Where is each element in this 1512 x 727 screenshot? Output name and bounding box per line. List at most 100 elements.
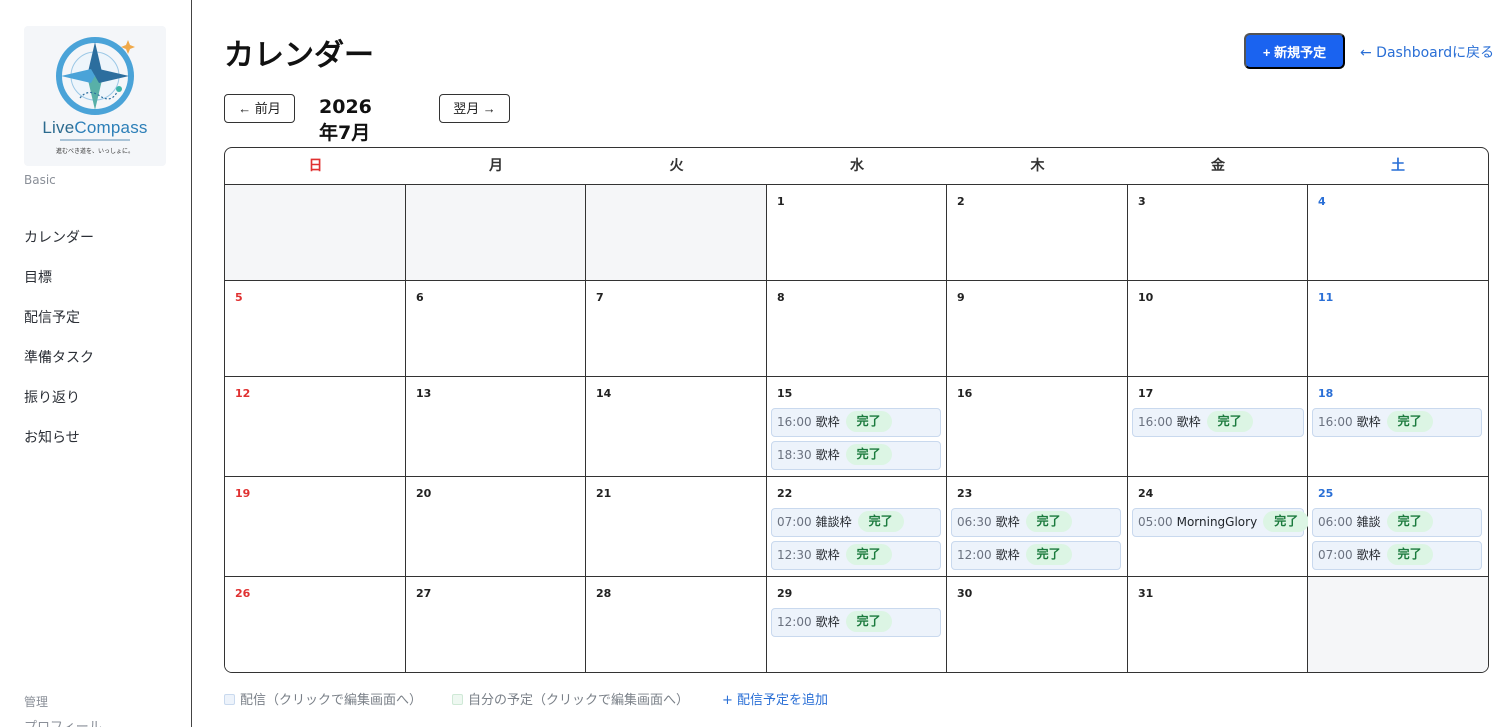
calendar-day-cell[interactable]: 25 06:00 雑談 完了 07:00 歌枠 完了 xyxy=(1308,477,1488,577)
event-title: 歌枠 xyxy=(995,515,1020,529)
calendar-day-cell[interactable]: 11 xyxy=(1308,281,1488,377)
day-number: 24 xyxy=(1138,487,1154,500)
next-month-button[interactable]: 翌月 → xyxy=(439,94,510,123)
event-chip[interactable]: 06:00 雑談 完了 xyxy=(1312,508,1482,537)
calendar-day-cell[interactable]: 27 xyxy=(406,577,586,672)
event-chip[interactable]: 16:00 歌枠 完了 xyxy=(1132,408,1304,437)
calendar-day-cell[interactable]: 9 xyxy=(947,281,1128,377)
sidebar-nav: カレンダー 目標 配信予定 準備タスク 振り返り お知らせ xyxy=(24,227,94,467)
day-number: 17 xyxy=(1138,387,1154,400)
status-badge: 完了 xyxy=(1025,544,1072,565)
calendar-day-cell[interactable]: 23 06:30 歌枠 完了 12:00 歌枠 完了 xyxy=(947,477,1128,577)
event-title: 雑談枠 xyxy=(815,515,852,529)
calendar-day-cell[interactable]: 13 xyxy=(406,377,586,477)
day-number: 12 xyxy=(235,387,251,400)
calendar-day-cell[interactable]: 12 xyxy=(225,377,406,477)
sidebar: LiveCompass 進むべき道を、いっしょに。 Basic カレンダー 目標… xyxy=(0,0,192,727)
calendar-empty-cell xyxy=(225,185,406,281)
back-to-dashboard-link[interactable]: ← Dashboardに戻る xyxy=(1360,42,1494,62)
day-number: 31 xyxy=(1138,587,1154,600)
event-chip[interactable]: 16:00 歌枠 完了 xyxy=(771,408,941,437)
new-event-button[interactable]: + 新規予定 xyxy=(1244,33,1345,69)
calendar-day-cell[interactable]: 24 05:00 MorningGlory 完了 xyxy=(1128,477,1310,577)
calendar-day-cell[interactable]: 30 xyxy=(947,577,1128,672)
logo-word-live: Live xyxy=(42,118,75,137)
calendar-day-cell[interactable]: 1 xyxy=(767,185,947,281)
sidebar-item-stream-schedule[interactable]: 配信予定 xyxy=(24,307,94,347)
calendar-day-cell[interactable]: 21 xyxy=(586,477,767,577)
event-title: MorningGlory xyxy=(1176,515,1258,529)
day-number: 22 xyxy=(777,487,793,500)
day-number: 25 xyxy=(1318,487,1334,500)
calendar-day-cell[interactable]: 5 xyxy=(225,281,406,377)
calendar-day-cell[interactable]: 17 16:00 歌枠 完了 xyxy=(1128,377,1308,477)
status-badge: 完了 xyxy=(845,411,892,432)
day-number: 20 xyxy=(416,487,432,500)
add-stream-link[interactable]: + 配信予定を追加 xyxy=(722,689,828,708)
status-badge: 完了 xyxy=(845,611,892,632)
calendar-day-cell[interactable]: 2 xyxy=(947,185,1128,281)
day-number: 28 xyxy=(596,587,612,600)
calendar-day-cell[interactable]: 10 xyxy=(1128,281,1308,377)
sidebar-item-profile[interactable]: プロフィール xyxy=(24,716,102,727)
calendar-day-cell[interactable]: 20 xyxy=(406,477,586,577)
calendar-day-cell[interactable]: 31 xyxy=(1128,577,1308,672)
calendar-day-cell[interactable]: 3 xyxy=(1128,185,1308,281)
status-badge: 完了 xyxy=(1025,511,1072,532)
event-chip[interactable]: 12:00 歌枠 完了 xyxy=(951,541,1121,570)
event-time: 06:00 xyxy=(1318,515,1353,529)
calendar-day-cell[interactable]: 15 16:00 歌枠 完了 18:30 歌枠 完了 xyxy=(767,377,947,477)
sidebar-item-review[interactable]: 振り返り xyxy=(24,387,94,427)
calendar-day-cell[interactable]: 26 xyxy=(225,577,406,672)
event-time: 16:00 xyxy=(1138,415,1173,429)
event-chip[interactable]: 16:00 歌枠 完了 xyxy=(1312,408,1482,437)
calendar-day-cell[interactable]: 18 16:00 歌枠 完了 xyxy=(1308,377,1488,477)
event-chip[interactable]: 12:30 歌枠 完了 xyxy=(771,541,941,570)
status-badge: 完了 xyxy=(845,444,892,465)
calendar-day-cell[interactable]: 4 xyxy=(1308,185,1488,281)
calendar-day-cell[interactable]: 19 xyxy=(225,477,406,577)
status-badge: 完了 xyxy=(1263,511,1310,532)
calendar-day-cell[interactable]: 6 xyxy=(406,281,586,377)
status-badge: 完了 xyxy=(1386,411,1433,432)
calendar-empty-cell xyxy=(586,185,767,281)
weekday-header: 土 xyxy=(1391,158,1405,174)
sidebar-item-notices[interactable]: お知らせ xyxy=(24,427,94,467)
event-chip[interactable]: 05:00 MorningGlory 完了 xyxy=(1132,508,1310,537)
calendar-day-cell[interactable]: 16 xyxy=(947,377,1128,477)
event-time: 12:00 xyxy=(957,548,992,562)
calendar-day-cell[interactable]: 7 xyxy=(586,281,767,377)
livecompass-logo[interactable]: LiveCompass 進むべき道を、いっしょに。 xyxy=(24,26,166,166)
calendar-empty-cell xyxy=(1308,577,1488,672)
day-number: 1 xyxy=(777,195,785,208)
sidebar-item-prep-tasks[interactable]: 準備タスク xyxy=(24,347,94,387)
prev-month-button[interactable]: ← 前月 xyxy=(224,94,295,123)
weekday-header-row: 日月火水木金土 xyxy=(225,148,1488,185)
event-title: 歌枠 xyxy=(815,448,840,462)
status-badge: 完了 xyxy=(1386,511,1433,532)
event-chip[interactable]: 18:30 歌枠 完了 xyxy=(771,441,941,470)
day-number: 6 xyxy=(416,291,424,304)
logo-word-compass: Compass xyxy=(74,118,148,137)
day-number: 8 xyxy=(777,291,785,304)
calendar-day-cell[interactable]: 28 xyxy=(586,577,767,672)
calendar-day-cell[interactable]: 8 xyxy=(767,281,947,377)
event-chip[interactable]: 07:00 歌枠 完了 xyxy=(1312,541,1482,570)
status-badge: 完了 xyxy=(845,544,892,565)
event-chip[interactable]: 06:30 歌枠 完了 xyxy=(951,508,1121,537)
legend-label-stream: 配信（クリックで編集画面へ） xyxy=(240,693,423,708)
event-title: 歌枠 xyxy=(1356,548,1381,562)
day-number: 15 xyxy=(777,387,793,400)
event-chip[interactable]: 12:00 歌枠 完了 xyxy=(771,608,941,637)
sidebar-item-calendar[interactable]: カレンダー xyxy=(24,227,94,267)
event-time: 06:30 xyxy=(957,515,992,529)
calendar-day-cell[interactable]: 22 07:00 雑談枠 完了 12:30 歌枠 完了 xyxy=(767,477,947,577)
event-chip[interactable]: 07:00 雑談枠 完了 xyxy=(771,508,941,537)
weekday-header: 月 xyxy=(489,158,503,174)
calendar-day-cell[interactable]: 29 12:00 歌枠 完了 xyxy=(767,577,947,672)
weekday-header: 金 xyxy=(1211,158,1225,174)
sidebar-item-goals[interactable]: 目標 xyxy=(24,267,94,307)
status-badge: 完了 xyxy=(1206,411,1253,432)
weekday-header: 水 xyxy=(850,158,864,174)
calendar-day-cell[interactable]: 14 xyxy=(586,377,767,477)
